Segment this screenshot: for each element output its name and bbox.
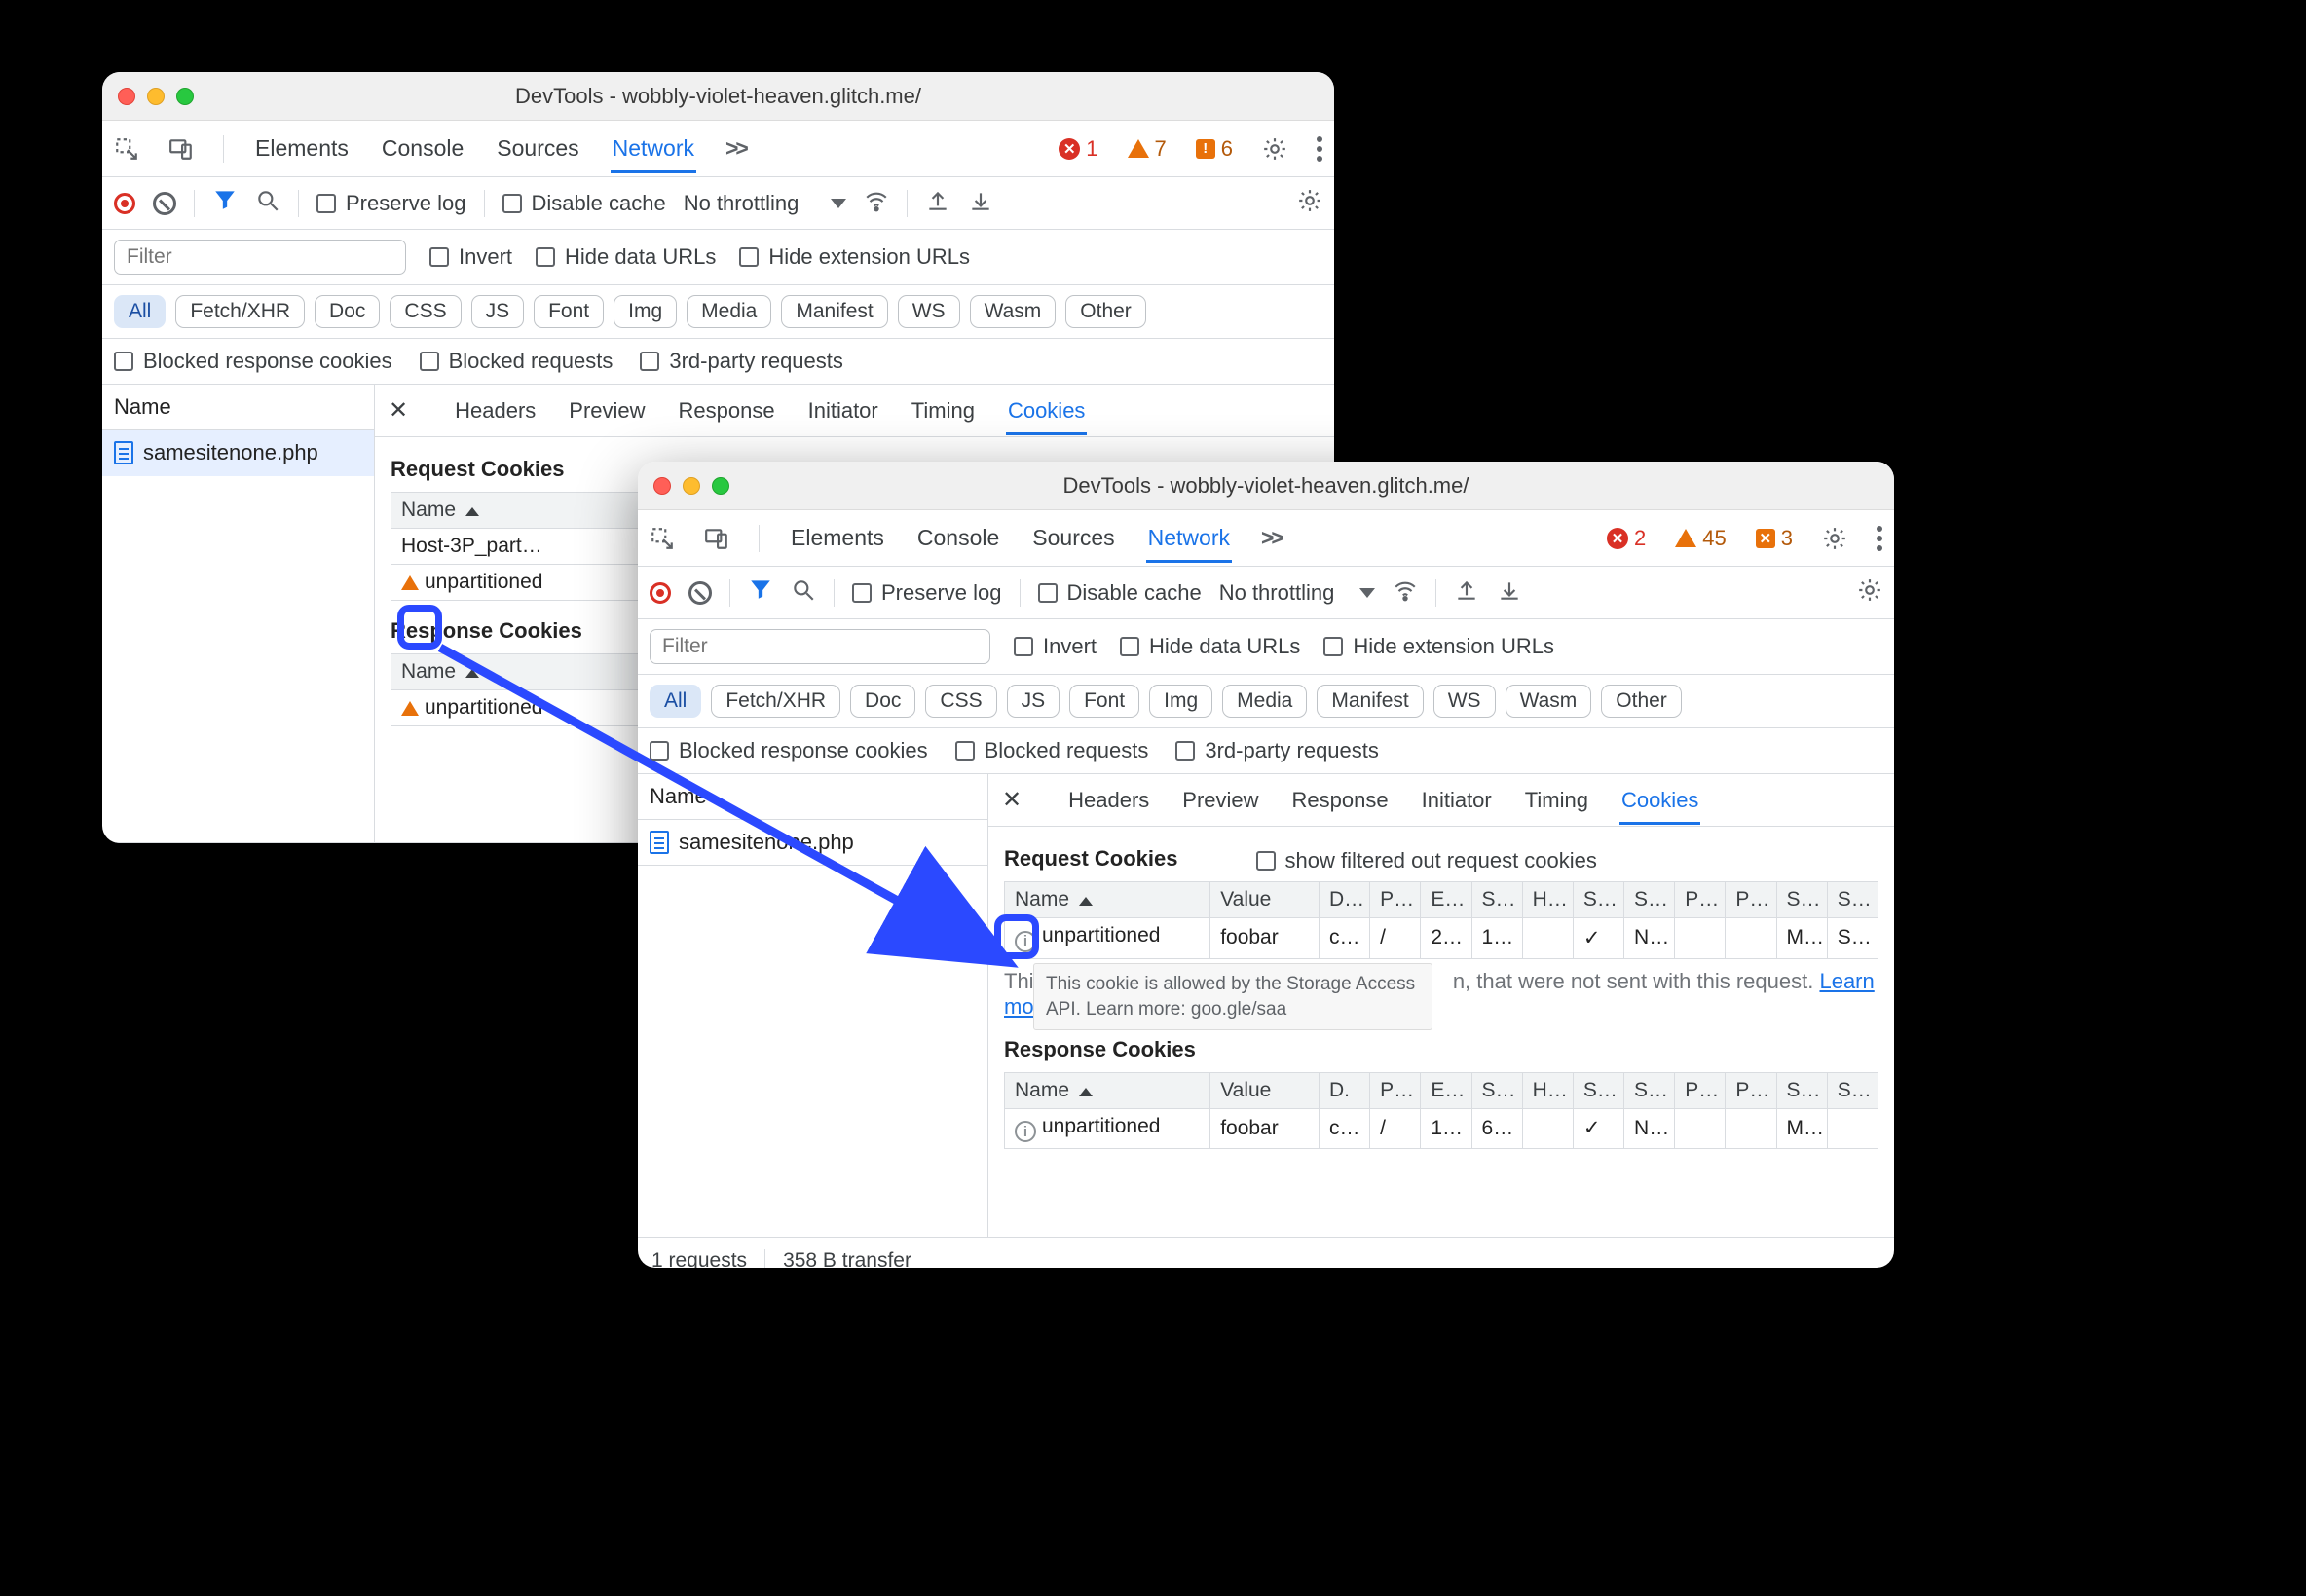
annotation-arrow bbox=[0, 0, 2306, 1596]
